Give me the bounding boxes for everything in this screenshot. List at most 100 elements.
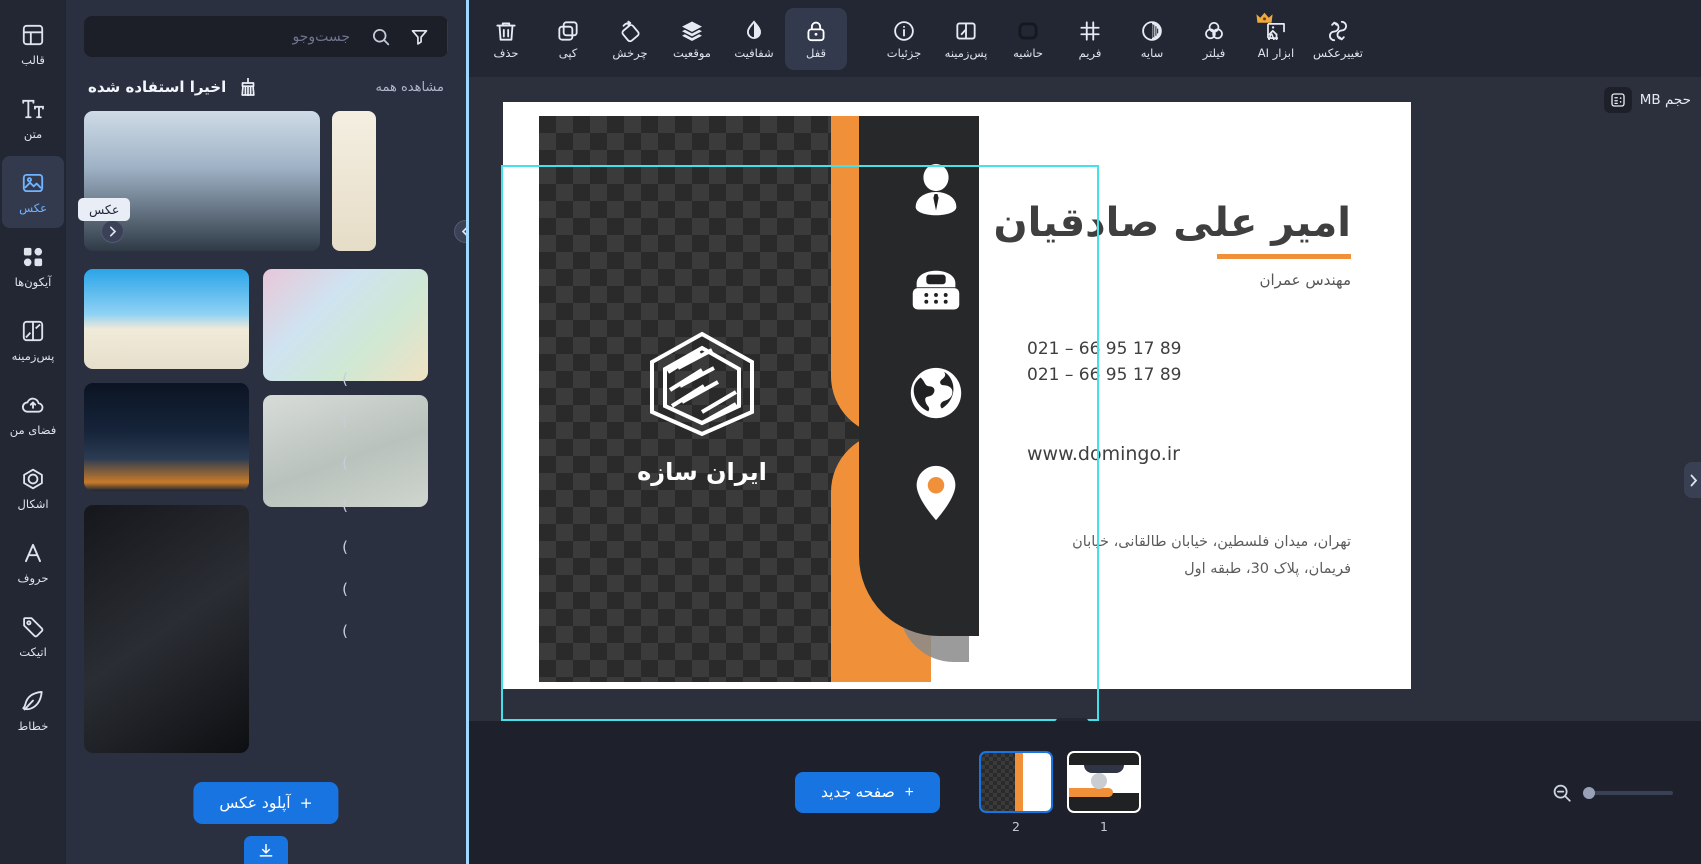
page-thumb-1-image[interactable]: ••• <box>1067 751 1141 813</box>
filter-button[interactable]: فیلتر <box>1183 8 1245 70</box>
globe-icon <box>910 367 962 419</box>
letter-a-icon <box>24 543 42 562</box>
zoom-slider[interactable] <box>1583 786 1673 799</box>
rail-item-my-space[interactable]: فضای من <box>2 378 64 450</box>
rail-item-backdrop[interactable]: پس‌زمینه <box>2 304 64 376</box>
bottom-bar: صفحه جدید + ••• 2 ••• <box>469 721 1701 864</box>
position-button[interactable]: موقعیت <box>661 8 723 70</box>
rail-label-label: اتیکت <box>19 644 47 659</box>
address-block: تهران، میدان فلسطین، خیابان طالقانی، خیا… <box>1027 529 1351 583</box>
asset-tile-gradient-pastel[interactable] <box>263 269 428 381</box>
asset-grid-col-left <box>263 269 428 864</box>
download-button[interactable] <box>244 836 288 864</box>
shapes-icon <box>23 468 43 489</box>
copy-button[interactable]: کپی <box>537 8 599 70</box>
opacity-button[interactable]: شفافیت <box>723 8 785 70</box>
lock-button[interactable]: قفل <box>785 7 847 70</box>
image-tooltip: عکس <box>78 198 131 221</box>
panel-next-button[interactable] <box>101 220 124 243</box>
page-thumbnail-1[interactable]: ••• 1 <box>1067 751 1141 834</box>
template-icon <box>22 24 44 45</box>
rail-item-image[interactable]: عکس <box>2 156 64 228</box>
asset-tile-photo-golden-gate[interactable] <box>84 383 249 491</box>
delete-button[interactable]: حذف <box>475 8 537 70</box>
trash-icon <box>496 22 516 41</box>
editor-column: حذف کپی چرخش موقعیت شفافیت قفل جزئیات پس… <box>469 0 1701 864</box>
rail-item-label[interactable]: اتیکت <box>2 600 64 672</box>
page-thumbnails: ••• 2 ••• 1 <box>979 751 1141 834</box>
upload-image-button[interactable]: آپلود عکس + <box>193 782 339 824</box>
person-avatar-icon <box>915 163 957 216</box>
details-button[interactable]: جزئیات <box>873 8 935 70</box>
object-actions-group: حذف کپی چرخش موقعیت شفافیت قفل <box>475 7 847 70</box>
rail-label-image: عکس <box>19 200 47 215</box>
upload-label: آپلود عکس <box>219 794 291 812</box>
border-button[interactable]: حاشیه <box>997 8 1059 70</box>
search-box[interactable] <box>84 16 448 57</box>
new-page-button[interactable]: صفحه جدید + <box>795 772 940 813</box>
style-tools-group: جزئیات پس‌زمینه حاشیه <box>873 8 1369 70</box>
asset-panel: اخیرا استفاده شده مشاهده همه <box>66 0 469 864</box>
details-label: جزئیات <box>886 45 922 60</box>
background-button[interactable]: پس‌زمینه <box>935 8 997 70</box>
address-line-1: تهران، میدان فلسطین، خیابان طالقانی، خیا… <box>1072 534 1351 550</box>
asset-grid <box>66 261 466 864</box>
page-thumbnail-2[interactable]: ••• 2 <box>979 751 1053 834</box>
job-title: مهندس عمران <box>1259 271 1351 289</box>
contact-icon-column <box>891 162 981 562</box>
recent-title-wrap: اخیرا استفاده شده <box>88 75 260 99</box>
rail-item-calligraphy[interactable]: خطاط <box>2 674 64 746</box>
phone-line-1: 021 – 66 95 17 89 <box>1027 339 1182 359</box>
page-thumb-2-image[interactable]: ••• <box>979 751 1053 813</box>
filter-button[interactable] <box>392 16 448 57</box>
asset-tile-gradient-gray[interactable] <box>263 395 428 507</box>
rail-item-template[interactable]: قالب <box>2 8 64 80</box>
asset-tile-photo-dark-abstract[interactable] <box>84 505 249 753</box>
rotate-button[interactable]: چرخش <box>599 8 661 70</box>
asset-tile-photo-beach-couple[interactable] <box>84 269 249 369</box>
quill-icon <box>22 690 43 710</box>
background-label: پس‌زمینه <box>944 45 988 60</box>
search-icon <box>372 28 390 45</box>
shadow-button[interactable]: سایه <box>1121 8 1183 70</box>
page-number-2: 2 <box>1012 819 1020 834</box>
recent-items-strip <box>66 107 466 261</box>
filter-circles-icon <box>1205 21 1223 39</box>
design-canvas[interactable]: ایران سازه امیر علی صادقیان مهندس عمران … <box>503 102 1411 689</box>
phone-line-2: 021 – 66 95 17 89 <box>1027 364 1182 385</box>
zoom-control[interactable] <box>1551 782 1681 804</box>
image-icon <box>22 173 44 192</box>
company-logo[interactable]: ایران سازه <box>602 302 802 512</box>
opacity-droplet-icon <box>747 19 761 39</box>
file-size-label: حجم MB <box>1639 92 1691 108</box>
chevron-left-icon <box>461 227 466 236</box>
zoom-slider-knob[interactable] <box>1583 786 1595 799</box>
rail-item-shapes[interactable]: اشکال <box>2 452 64 524</box>
copy-icon <box>558 21 578 41</box>
ai-tools-button[interactable]: AI ابزار AI <box>1245 8 1307 70</box>
rotate-label: چرخش <box>612 45 648 60</box>
search-input[interactable] <box>84 16 364 57</box>
file-size-badge[interactable]: حجم MB <box>1603 87 1691 113</box>
rail-item-text[interactable]: متن <box>2 82 64 154</box>
filter-label: فیلتر <box>1202 45 1226 60</box>
zoom-out-icon[interactable] <box>1551 782 1573 804</box>
canvas-area[interactable]: حجم MB ایران سازه امیر علی صادقیان مهندس… <box>469 77 1701 721</box>
lock-icon <box>807 21 825 41</box>
person-name: امیر علی صادقیان <box>993 200 1352 246</box>
asset-grid-col-right <box>84 269 249 864</box>
see-all-link[interactable]: مشاهده همه <box>376 80 445 95</box>
frame-button[interactable]: فریم <box>1059 8 1121 70</box>
rail-item-icons[interactable]: آیکون‌ها <box>2 230 64 302</box>
rail-item-letters[interactable]: حروف <box>2 526 64 598</box>
recent-item-photo-birds-chart[interactable] <box>332 111 376 251</box>
copy-label: کپی <box>558 45 578 60</box>
text-icon <box>22 99 44 118</box>
telephone-icon <box>912 270 960 310</box>
broom-icon[interactable] <box>236 75 260 99</box>
swap-image-button[interactable]: تغییرعکس <box>1307 8 1369 70</box>
thumb1-orange <box>1069 788 1113 797</box>
rail-label-backdrop: پس‌زمینه <box>11 348 55 363</box>
download-icon <box>259 843 273 857</box>
panel-expand-handle[interactable] <box>1684 462 1701 498</box>
